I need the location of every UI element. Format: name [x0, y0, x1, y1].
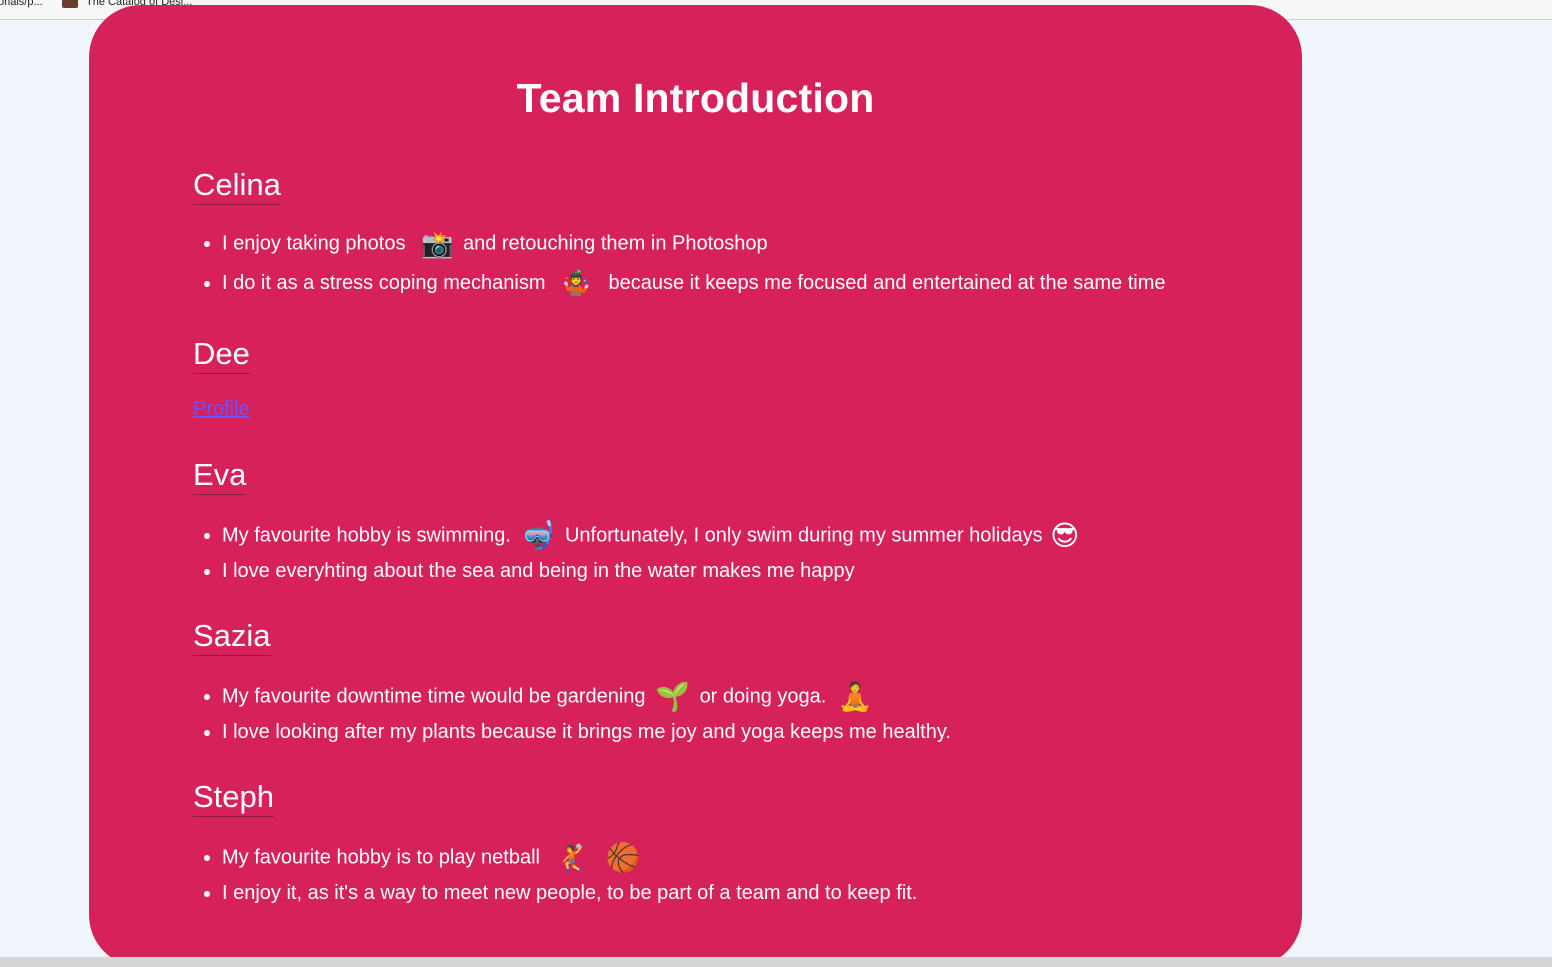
juggling-person-icon: 🤹 — [561, 269, 591, 297]
list-item: My favourite hobby is to play netball 🤾 … — [222, 843, 917, 873]
horizontal-scrollbar[interactable] — [0, 957, 1552, 967]
bookmark-favicon-icon — [62, 0, 78, 8]
list-item: I enjoy taking photos 📸 and retouching t… — [222, 229, 1166, 259]
camera-with-flash-icon: 📸 — [421, 229, 454, 259]
diving-mask-icon: 🤿 — [520, 520, 556, 551]
bookmark-label: orials/p... — [0, 0, 43, 8]
hobby-list-celina: I enjoy taking photos 📸 and retouching t… — [193, 231, 1166, 295]
team-card: Team Introduction Celina I enjoy taking … — [89, 5, 1302, 967]
hobby-list-sazia: My favourite downtime time would be gard… — [193, 683, 951, 744]
hobby-list-eva: My favourite hobby is swimming. 🤿 Unfort… — [193, 522, 1083, 583]
member-name-steph: Steph — [193, 779, 275, 817]
list-item: I love everyhting about the sea and bein… — [222, 559, 1083, 583]
person-throwing-ball-icon: 🤾 — [555, 843, 588, 873]
list-item: My favourite downtime time would be gard… — [222, 683, 951, 711]
member-name-sazia: Sazia — [193, 618, 271, 656]
list-item: I enjoy it, as it's a way to meet new pe… — [222, 881, 917, 905]
member-name-dee: Dee — [193, 336, 250, 374]
member-name-eva: Eva — [193, 457, 247, 495]
hobby-list-steph: My favourite hobby is to play netball 🤾 … — [193, 844, 917, 905]
sun-with-sunglasses-icon: 😎 — [1050, 520, 1080, 551]
basketball-hoop-icon: 🏀 — [605, 842, 641, 873]
profile-link[interactable]: Profile — [193, 398, 250, 421]
lotus-position-icon: 🧘 — [837, 681, 873, 712]
list-item: I love looking after my plants because i… — [222, 720, 951, 744]
seedling-in-hands-icon: 🌱 — [655, 681, 690, 712]
list-item: My favourite hobby is swimming. 🤿 Unfort… — [222, 522, 1083, 550]
bookmark-tutorials[interactable]: orials/p... — [0, 0, 43, 8]
page-title: Team Introduction — [516, 75, 875, 121]
member-name-celina: Celina — [193, 167, 281, 205]
list-item: I do it as a stress coping mechanism 🤹 b… — [222, 271, 1166, 295]
